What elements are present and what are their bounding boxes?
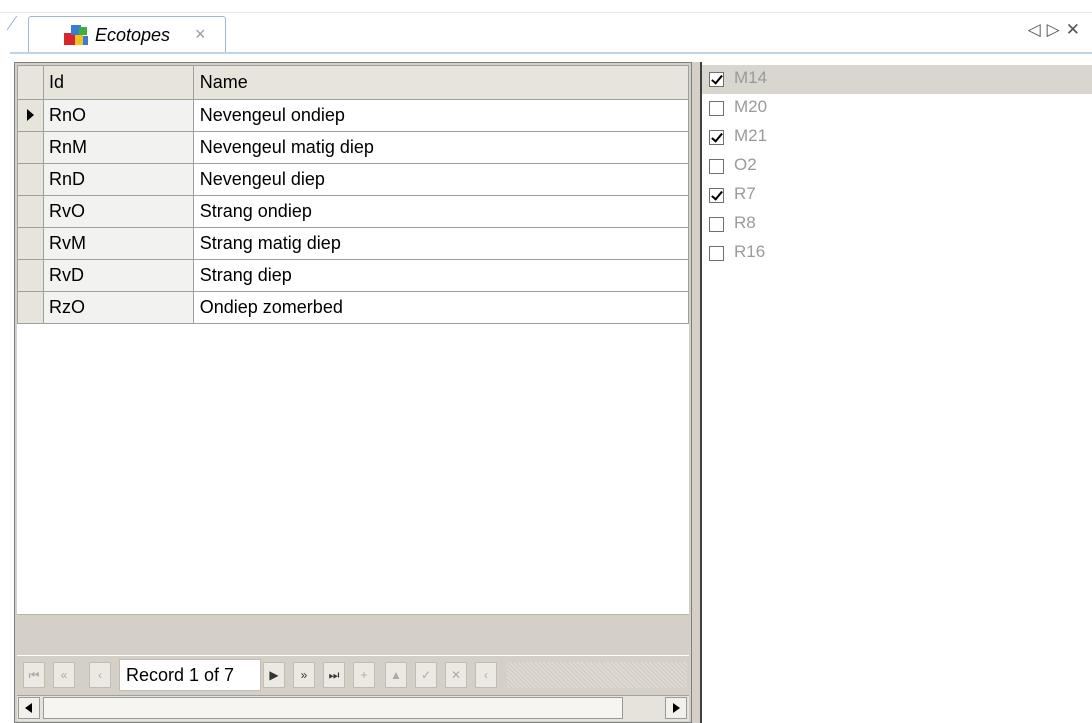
grid-footer xyxy=(17,614,689,655)
tab-ecotopes[interactable]: Ecotopes × xyxy=(28,16,226,54)
checklist-item-label: R8 xyxy=(734,213,756,232)
ecotopes-icon xyxy=(64,25,88,45)
table-row[interactable]: RvM Strang matig diep xyxy=(17,227,690,260)
row-indicator[interactable] xyxy=(17,259,44,292)
cell-id[interactable]: RnO xyxy=(42,99,194,132)
ecotopes-table: Id Name RnO Nevengeul ondiep RnM Nevenge… xyxy=(17,65,690,324)
panel-splitter[interactable] xyxy=(692,62,700,723)
cell-name[interactable]: Strang diep xyxy=(192,259,690,292)
table-row[interactable]: RnM Nevengeul matig diep xyxy=(17,131,690,164)
cell-name[interactable]: Strang ondiep xyxy=(192,195,690,228)
checklist-item-label: R7 xyxy=(734,184,756,203)
scrollbar-thumb[interactable] xyxy=(43,697,623,719)
current-row-arrow-icon xyxy=(27,109,34,121)
cell-name[interactable]: Nevengeul matig diep xyxy=(192,131,690,164)
post-edit-button[interactable]: ✓ xyxy=(415,662,437,688)
table-row[interactable]: RnD Nevengeul diep xyxy=(17,163,690,196)
checkbox[interactable] xyxy=(709,246,724,261)
cell-name[interactable]: Strang matig diep xyxy=(192,227,690,260)
checklist-item-label: M21 xyxy=(734,126,768,145)
tab-strip-top-line xyxy=(0,12,1092,13)
cell-id[interactable]: RvO xyxy=(42,195,194,228)
scroll-tabs-right-icon[interactable]: ▷ xyxy=(1047,20,1066,39)
cell-id[interactable]: RzO xyxy=(42,291,194,324)
next-record-button[interactable]: ▶ xyxy=(263,662,285,688)
cell-name[interactable]: Nevengeul ondiep xyxy=(192,99,690,132)
scroll-left-icon xyxy=(25,703,32,713)
first-record-button[interactable]: ⏮ xyxy=(23,662,45,688)
checklist-item[interactable]: O2 xyxy=(702,152,1092,181)
checkbox[interactable] xyxy=(709,188,724,203)
checklist-item[interactable]: M14 xyxy=(702,65,1092,94)
checklist-item[interactable]: R7 xyxy=(702,181,1092,210)
horizontal-scrollbar[interactable] xyxy=(17,695,689,721)
document-tab-strip: Ecotopes × ◁▷✕ xyxy=(0,0,1092,62)
checklist-item[interactable]: R8 xyxy=(702,210,1092,239)
record-position-indicator: Record 1 of 7 xyxy=(119,659,261,691)
checklist-item[interactable]: M21 xyxy=(702,123,1092,152)
row-indicator[interactable] xyxy=(17,227,44,260)
document-nav-buttons: ◁▷✕ xyxy=(1028,20,1086,40)
navigator-empty-area xyxy=(507,662,687,688)
cell-id[interactable]: RvD xyxy=(42,259,194,292)
cancel-edit-button[interactable]: ✕ xyxy=(445,662,467,688)
scroll-left-button[interactable] xyxy=(18,697,40,719)
table-row[interactable]: RvD Strang diep xyxy=(17,259,690,292)
last-record-button[interactable]: ⏭ xyxy=(323,662,345,688)
checklist-item[interactable]: M20 xyxy=(702,94,1092,123)
table-header-row: Id Name xyxy=(17,65,690,100)
cell-name[interactable]: Ondiep zomerbed xyxy=(192,291,690,324)
edit-record-button[interactable]: ▲ xyxy=(385,662,407,688)
cell-name[interactable]: Nevengeul diep xyxy=(192,163,690,196)
tab-label: Ecotopes xyxy=(95,25,171,45)
scroll-tabs-left-icon[interactable]: ◁ xyxy=(1028,20,1047,39)
ecotopes-grid-panel: Id Name RnO Nevengeul ondiep RnM Nevenge… xyxy=(14,62,692,723)
scroll-right-button[interactable] xyxy=(665,697,687,719)
column-header-id[interactable]: Id xyxy=(42,65,194,100)
table-row[interactable]: RzO Ondiep zomerbed xyxy=(17,291,690,324)
column-header-name[interactable]: Name xyxy=(192,65,690,100)
checkbox[interactable] xyxy=(709,130,724,145)
ecotope-checklist: M14 M20 M21 O2 R7 R8 R16 xyxy=(700,62,1092,723)
cell-id[interactable]: RvM xyxy=(42,227,194,260)
checkbox[interactable] xyxy=(709,159,724,174)
tab-strip-baseline xyxy=(10,52,1092,54)
cell-id[interactable]: RnM xyxy=(42,131,194,164)
checklist-item-label: M20 xyxy=(734,97,768,116)
checkbox[interactable] xyxy=(709,217,724,232)
record-navigator: ⏮ « ‹ Record 1 of 7 ▶ » ⏭ + ▲ ✓ ✕ ‹ xyxy=(17,655,689,696)
cell-id[interactable]: RnD xyxy=(42,163,194,196)
row-indicator[interactable] xyxy=(17,195,44,228)
checklist-item-label: O2 xyxy=(734,155,757,174)
close-document-icon[interactable]: ✕ xyxy=(1066,20,1086,39)
checklist-item[interactable]: R16 xyxy=(702,239,1092,268)
tab-close-icon[interactable]: × xyxy=(195,24,206,45)
append-record-button[interactable]: + xyxy=(353,662,375,688)
checklist-item-label: R16 xyxy=(734,242,766,261)
row-indicator[interactable] xyxy=(17,291,44,324)
grid-body: Id Name RnO Nevengeul ondiep RnM Nevenge… xyxy=(17,65,690,614)
row-indicator[interactable] xyxy=(17,99,44,132)
checkbox[interactable] xyxy=(709,72,724,87)
refresh-button[interactable]: ‹ xyxy=(475,662,497,688)
checklist-item-label: M14 xyxy=(734,68,768,87)
next-page-button[interactable]: » xyxy=(293,662,315,688)
previous-page-button[interactable]: « xyxy=(53,662,75,688)
row-indicator[interactable] xyxy=(17,131,44,164)
row-indicator[interactable] xyxy=(17,163,44,196)
table-row[interactable]: RvO Strang ondiep xyxy=(17,195,690,228)
row-indicator-header xyxy=(17,65,44,100)
scroll-right-icon xyxy=(673,703,680,713)
checkbox[interactable] xyxy=(709,101,724,116)
table-row[interactable]: RnO Nevengeul ondiep xyxy=(17,99,690,132)
tab-slant-edge xyxy=(7,16,31,54)
previous-record-button[interactable]: ‹ xyxy=(89,662,111,688)
